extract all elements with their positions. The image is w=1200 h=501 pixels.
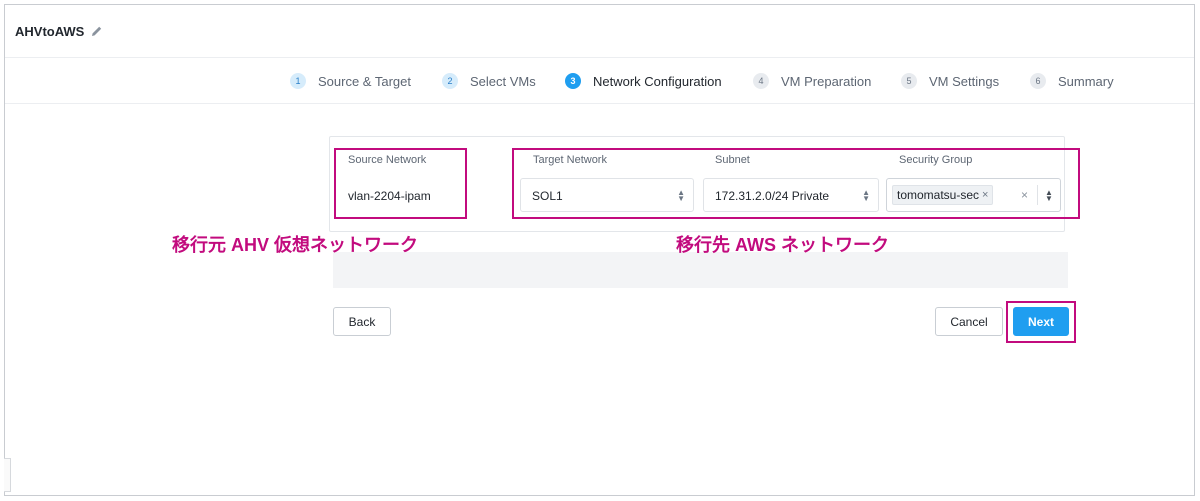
step-label: Summary	[1058, 73, 1114, 89]
step-vm-settings[interactable]: 5 VM Settings	[901, 73, 999, 89]
step-vm-preparation[interactable]: 4 VM Preparation	[753, 73, 871, 89]
side-panel-handle[interactable]	[4, 458, 11, 492]
plan-header: AHVtoAWS	[5, 5, 1194, 58]
step-label: Select VMs	[470, 73, 536, 89]
step-number: 2	[442, 73, 458, 89]
wizard-steps: 1 Source & Target 2 Select VMs 3 Network…	[5, 58, 1194, 104]
target-network-highlight	[512, 148, 1080, 219]
step-label: Network Configuration	[593, 73, 722, 89]
step-source-target[interactable]: 1 Source & Target	[290, 73, 411, 89]
pencil-icon[interactable]	[91, 25, 103, 37]
step-number: 6	[1030, 73, 1046, 89]
next-button-highlight	[1006, 301, 1076, 343]
back-button[interactable]: Back	[333, 307, 391, 336]
table-footer-band	[333, 252, 1068, 288]
source-network-highlight	[334, 148, 467, 219]
cancel-button[interactable]: Cancel	[935, 307, 1003, 336]
plan-title: AHVtoAWS	[15, 24, 85, 39]
step-label: VM Preparation	[781, 73, 872, 89]
step-select-vms[interactable]: 2 Select VMs	[442, 73, 536, 89]
step-network-configuration[interactable]: 3 Network Configuration	[565, 73, 722, 89]
step-summary[interactable]: 6 Summary	[1030, 73, 1114, 89]
step-number: 1	[290, 73, 306, 89]
step-label: Source & Target	[318, 73, 411, 89]
step-label: VM Settings	[929, 73, 1000, 89]
step-number: 3	[565, 73, 581, 89]
step-number: 4	[753, 73, 769, 89]
step-number: 5	[901, 73, 917, 89]
target-annotation-label: 移行先 AWS ネットワーク	[676, 235, 890, 255]
source-annotation-label: 移行元 AHV 仮想ネットワーク	[172, 235, 419, 255]
